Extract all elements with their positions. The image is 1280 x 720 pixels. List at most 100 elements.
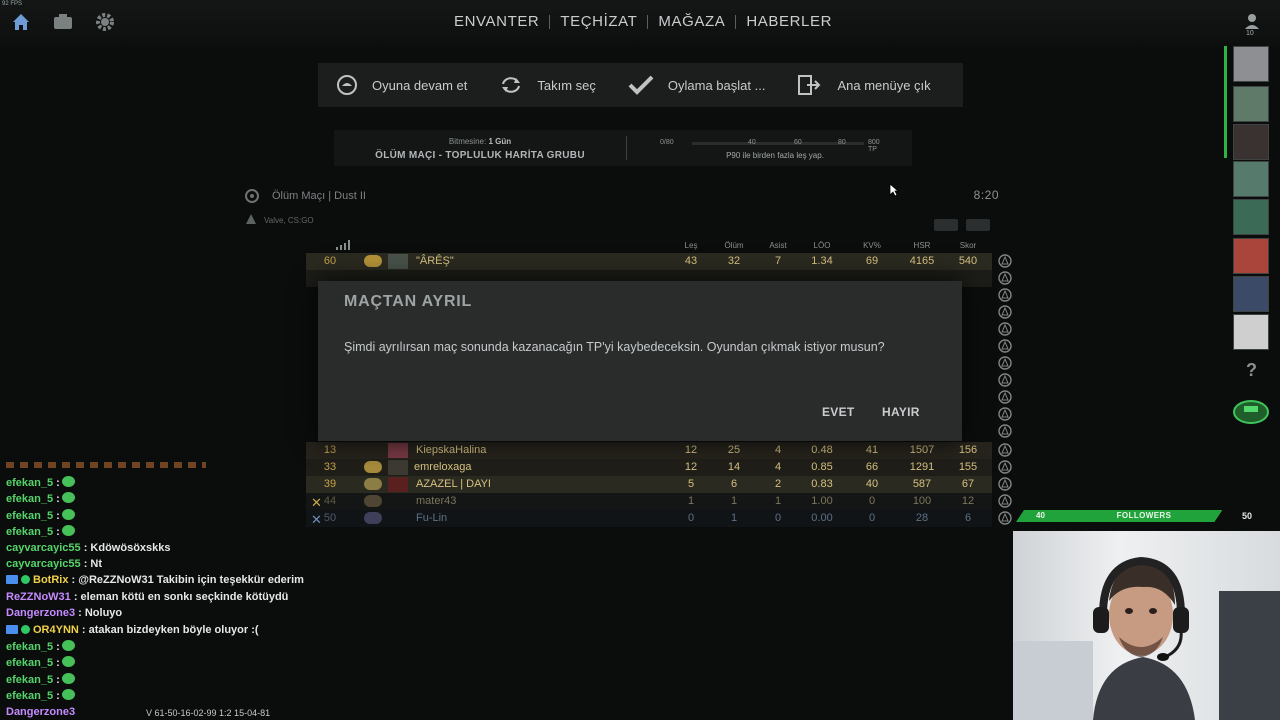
chat-message: efekan_5 : [6, 672, 75, 686]
mission-panel: Bitmesine: 1 Gün ÖLÜM MAÇI - TOPLULUK HA… [334, 130, 912, 166]
nav-loadout[interactable]: TEÇHİZAT [550, 13, 647, 30]
chat-username[interactable]: ReZZNoW31 [6, 591, 71, 603]
report-icon[interactable] [997, 254, 1013, 268]
chat-username[interactable]: efekan_5 [6, 493, 53, 505]
player-score: 67 [961, 478, 975, 490]
confirm-button[interactable]: EVET [822, 405, 855, 419]
inventory-icon[interactable] [52, 11, 74, 33]
chat-username[interactable]: efekan_5 [6, 526, 53, 538]
chat-username[interactable]: efekan_5 [6, 641, 53, 653]
report-icon[interactable] [997, 373, 1013, 387]
friend-avatar[interactable] [1233, 276, 1269, 312]
player-name: mater43 [416, 495, 457, 507]
player-name: emreloxaga [414, 461, 472, 473]
scoreboard-row[interactable]: 33 emreloxaga 12 14 4 0.85 66 1291 155 [306, 459, 992, 476]
player-name: Fu-Lin [416, 512, 448, 524]
report-icon[interactable] [997, 339, 1013, 353]
help-icon[interactable]: ? [1246, 360, 1257, 381]
col-hsr[interactable]: HSR [902, 241, 942, 250]
friend-avatar[interactable] [1233, 314, 1269, 350]
progress-tick: 40 [748, 139, 756, 146]
nav-news[interactable]: HABERLER [736, 13, 842, 30]
chat-text: : Nt [80, 558, 103, 570]
report-icon[interactable] [997, 356, 1013, 370]
report-icon[interactable] [997, 424, 1013, 438]
report-icon[interactable] [997, 494, 1013, 508]
sound-toggle[interactable] [966, 219, 990, 231]
col-kills[interactable]: Leş [671, 241, 711, 250]
chat-username[interactable]: efekan_5 [6, 510, 53, 522]
chat-username[interactable]: efekan_5 [6, 657, 53, 669]
exit-to-menu-button[interactable]: Ana menüye çık [779, 63, 944, 107]
chat-username[interactable]: efekan_5 [6, 477, 53, 489]
chat-username[interactable]: Dangerzone3 [6, 706, 75, 718]
dialog-message: Şimdi ayrılırsan maç sonunda kazanacağın… [344, 340, 885, 354]
report-icon[interactable] [997, 460, 1013, 474]
friend-avatar[interactable] [1233, 86, 1269, 122]
report-icon[interactable] [997, 288, 1013, 302]
friend-avatar[interactable] [1233, 161, 1269, 197]
call-vote-button[interactable]: Oylama başlat ... [610, 63, 780, 107]
report-icon[interactable] [997, 390, 1013, 404]
chat-message: efekan_5 : [6, 525, 75, 538]
mission-ends-value: 1 Gün [488, 137, 512, 146]
refresh-icon [502, 77, 521, 93]
chat-text: : [53, 657, 60, 670]
report-icon[interactable] [997, 305, 1013, 319]
mute-toggle[interactable] [934, 219, 958, 231]
player-deaths: 6 [730, 478, 738, 490]
chat-message: efekan_5 : [6, 508, 75, 522]
friend-avatar[interactable] [1233, 199, 1269, 235]
chat-text: : [53, 673, 60, 686]
mission-ends-label: Bitmesine: [448, 137, 487, 146]
chat-emote-icon [61, 476, 75, 487]
report-icon[interactable] [997, 271, 1013, 285]
nav-store[interactable]: MAĞAZA [648, 13, 735, 30]
chat-username[interactable]: efekan_5 [6, 690, 53, 702]
friends-sidebar: 10 ? [1224, 0, 1280, 440]
chat-username[interactable]: BotRix [33, 574, 68, 586]
chat-badge-icon [21, 575, 30, 585]
player-kills: 12 [684, 461, 698, 473]
report-icon[interactable] [997, 477, 1013, 491]
report-icon[interactable] [997, 511, 1013, 525]
col-deaths[interactable]: Ölüm [714, 241, 754, 250]
team-select-button[interactable]: Takım seç [481, 63, 610, 107]
col-assists[interactable]: Asist [758, 241, 798, 250]
nav-inventory[interactable]: ENVANTER [444, 13, 549, 30]
report-icon[interactable] [997, 407, 1013, 421]
friend-avatar[interactable] [1233, 124, 1269, 160]
resume-label: Oyuna devam et [372, 77, 468, 93]
chat-username[interactable]: cayvarcayic55 [6, 558, 81, 570]
report-icon[interactable] [997, 322, 1013, 336]
col-score[interactable]: Skor [948, 241, 988, 250]
chat-username[interactable]: OR4YNN [33, 624, 79, 636]
chat-username[interactable]: efekan_5 [6, 674, 53, 686]
scoreboard-row[interactable]: 44 mater43 1 1 1 1.00 0 100 12 [306, 493, 992, 510]
scoreboard-row[interactable]: 13 KiepskaHalina 12 25 4 0.48 41 1507 15… [306, 442, 992, 459]
scoreboard-row[interactable]: 39 AZAZEL | DAYI 5 6 2 0.83 40 587 67 [306, 476, 992, 493]
col-kd[interactable]: LÖO [802, 241, 842, 250]
player-kills: 1 [687, 495, 695, 507]
scoreboard-row[interactable]: 50 Fu-Lin 0 1 0 0.00 0 28 6 [306, 510, 992, 527]
gear-icon[interactable] [94, 11, 116, 33]
chat-username[interactable]: cayvarcayic55 [6, 542, 81, 554]
friend-avatar[interactable] [1233, 238, 1269, 274]
chat-username[interactable]: Dangerzone3 [6, 607, 75, 619]
player-score: 155 [958, 461, 978, 473]
chat-emote-icon [61, 672, 75, 684]
player-kd: 0.48 [811, 444, 833, 456]
cancel-button[interactable]: HAYIR [882, 405, 920, 419]
server-icon [246, 214, 256, 224]
player-avatar [388, 443, 408, 458]
resume-button[interactable]: Oyuna devam et [318, 63, 481, 107]
home-icon[interactable] [10, 11, 32, 33]
friends-icon[interactable] [1243, 12, 1261, 30]
friend-avatar[interactable] [1233, 46, 1269, 82]
col-hs[interactable]: KV% [852, 241, 892, 250]
top-bar: 92 FPS ENVANTER TEÇHİZAT MAĞAZA HABERLER [0, 0, 1280, 46]
followers-goal-value: 50 [1242, 511, 1253, 521]
report-icon[interactable] [997, 443, 1013, 457]
scoreboard-row[interactable]: 60 "ÂRÊŞ" 43 32 7 1.34 69 4165 540 [306, 253, 992, 270]
chat-text: : atakan bizdeyken böyle oluyor :( [78, 623, 259, 636]
